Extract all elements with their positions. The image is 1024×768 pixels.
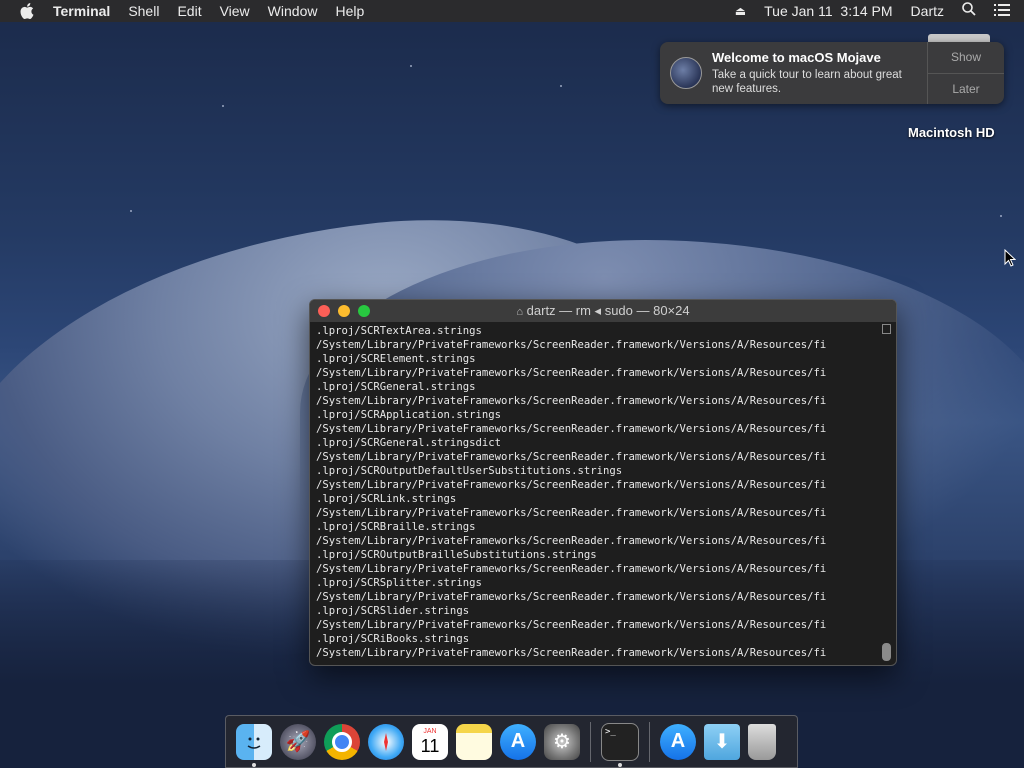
terminal-line: /System/Library/PrivateFrameworks/Screen… — [316, 619, 827, 631]
terminal-line: .lproj/SCRLink.strings — [316, 493, 457, 505]
star — [560, 85, 562, 87]
terminal-line: .lproj/SCRGeneral.strings — [316, 381, 476, 393]
menu-help[interactable]: Help — [326, 0, 373, 22]
dock: 🚀 JAN 11 A ⚙ >_ A ⬇ — [225, 715, 798, 768]
terminal-line: /System/Library/PrivateFrameworks/Screen… — [316, 535, 827, 547]
calendar-icon[interactable]: JAN 11 — [412, 723, 448, 760]
terminal-line: .lproj/SCROutputBrailleSubstitutions.str… — [316, 549, 597, 561]
terminal-line: .lproj/SCROutputDefaultUserSubstitutions… — [316, 465, 623, 477]
finder-icon[interactable] — [236, 723, 272, 767]
calendar-month: JAN — [423, 728, 437, 735]
notification-banner[interactable]: Welcome to macOS Mojave Take a quick tou… — [660, 42, 1004, 104]
terminal-line: .lproj/SCRSlider.strings — [316, 605, 470, 617]
drive-label[interactable]: Macintosh HD — [908, 125, 995, 140]
terminal-line: .lproj/SCRSplitter.strings — [316, 577, 482, 589]
notes-icon[interactable] — [456, 723, 492, 760]
terminal-output[interactable]: .lproj/SCRTextArea.strings/System/Librar… — [310, 322, 876, 660]
terminal-line: .lproj/SCRBraille.strings — [316, 521, 476, 533]
menu-bar: Terminal Shell Edit View Window Help ⏏ T… — [0, 0, 1024, 22]
menu-user[interactable]: Dartz — [902, 0, 953, 22]
spotlight-search-icon[interactable] — [953, 0, 985, 22]
terminal-prompt-glyph: >_ — [605, 726, 616, 737]
system-preferences-icon[interactable]: ⚙ — [544, 723, 580, 760]
terminal-line: /System/Library/PrivateFrameworks/Screen… — [316, 339, 827, 351]
star — [130, 210, 132, 212]
terminal-line: /System/Library/PrivateFrameworks/Screen… — [316, 451, 827, 463]
menu-clock[interactable]: Tue Jan 11 3:14 PM — [755, 0, 901, 22]
menu-app-terminal[interactable]: Terminal — [44, 0, 119, 22]
notification-later-button[interactable]: Later — [928, 72, 1004, 105]
terminal-scrollbar[interactable] — [882, 324, 892, 661]
apple-menu-icon[interactable] — [20, 3, 34, 19]
scrollbar-split-icon[interactable] — [882, 324, 891, 334]
terminal-line: /System/Library/PrivateFrameworks/Screen… — [316, 395, 827, 407]
downloads-folder-icon[interactable]: ⬇ — [704, 723, 740, 760]
terminal-line: .lproj/SCRiBooks.strings — [316, 633, 470, 645]
menu-edit[interactable]: Edit — [168, 0, 210, 22]
notification-body: Take a quick tour to learn about great n… — [712, 69, 902, 95]
terminal-line: .lproj/SCRTextArea.strings — [316, 325, 482, 337]
dock-separator — [590, 721, 591, 762]
terminal-line: /System/Library/PrivateFrameworks/Screen… — [316, 591, 827, 603]
terminal-line: /System/Library/PrivateFrameworks/Screen… — [316, 423, 827, 435]
notification-show-button[interactable]: Show — [928, 42, 1004, 73]
star — [222, 105, 224, 107]
terminal-icon[interactable]: >_ — [601, 722, 639, 767]
dock-separator — [649, 721, 650, 762]
app-store-icon[interactable]: A — [500, 723, 536, 760]
terminal-line: .lproj/SCRGeneral.stringsdict — [316, 437, 501, 449]
menu-shell[interactable]: Shell — [119, 0, 168, 22]
running-indicator — [252, 762, 256, 767]
scrollbar-thumb[interactable] — [882, 643, 891, 661]
eject-icon[interactable]: ⏏ — [726, 0, 755, 22]
star — [410, 65, 412, 67]
calendar-day: 11 — [420, 736, 440, 756]
launchpad-icon[interactable]: 🚀 — [280, 723, 316, 760]
menu-view[interactable]: View — [211, 0, 259, 22]
star — [1000, 215, 1002, 217]
applications-folder-icon[interactable]: A — [660, 723, 696, 760]
notification-center-icon[interactable] — [985, 0, 1024, 22]
safari-icon[interactable] — [368, 723, 404, 760]
terminal-line: .lproj/SCRApplication.strings — [316, 409, 501, 421]
chrome-icon[interactable] — [324, 723, 360, 760]
menu-window[interactable]: Window — [259, 0, 327, 22]
notification-title: Welcome to macOS Mojave — [712, 50, 881, 65]
terminal-line: .lproj/SCRElement.strings — [316, 353, 476, 365]
terminal-line: /System/Library/PrivateFrameworks/Screen… — [316, 367, 827, 379]
terminal-line: /System/Library/PrivateFrameworks/Screen… — [316, 563, 827, 575]
terminal-window[interactable]: ⌂ dartz — rm ◂ sudo — 80×24 .lproj/SCRTe… — [309, 299, 897, 666]
mouse-cursor-icon — [1004, 249, 1016, 267]
terminal-titlebar[interactable]: ⌂ dartz — rm ◂ sudo — 80×24 — [310, 300, 896, 322]
home-folder-icon: ⌂ — [516, 306, 524, 318]
terminal-title: dartz — rm ◂ sudo — 80×24 — [526, 303, 690, 318]
running-indicator — [618, 762, 622, 767]
terminal-line: /System/Library/PrivateFrameworks/Screen… — [316, 647, 827, 659]
terminal-line: /System/Library/PrivateFrameworks/Screen… — [316, 479, 827, 491]
mojave-icon — [670, 57, 702, 89]
terminal-line: /System/Library/PrivateFrameworks/Screen… — [316, 507, 827, 519]
trash-icon[interactable] — [748, 723, 776, 760]
